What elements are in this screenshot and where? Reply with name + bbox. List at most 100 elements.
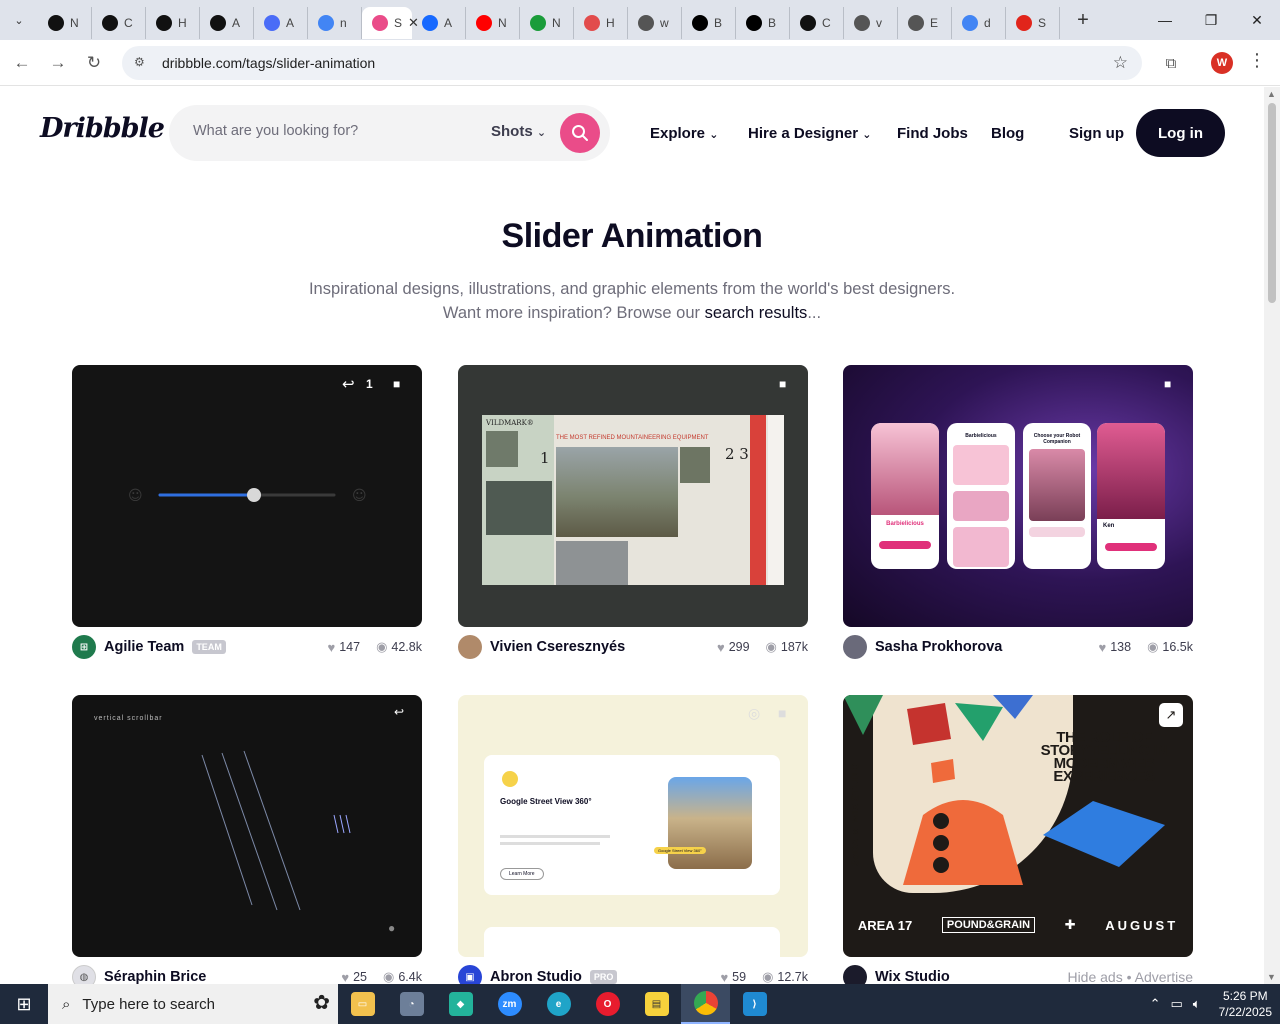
author-name[interactable]: Abron Studio xyxy=(490,969,582,984)
author-avatar[interactable] xyxy=(843,635,867,659)
scroll-down-icon[interactable]: ▼ xyxy=(1267,972,1276,982)
file-explorer-icon[interactable]: ▭ xyxy=(338,984,387,1024)
heart-icon[interactable]: ♥ xyxy=(341,970,349,985)
dribbble-logo[interactable]: Dribbble xyxy=(40,113,165,144)
restore-button[interactable]: ❐ xyxy=(1188,0,1234,40)
vscode-icon[interactable]: ⟩ xyxy=(730,984,779,1024)
chevron-up-icon[interactable]: ⌃ xyxy=(1150,996,1161,1012)
scroll-up-icon[interactable]: ▲ xyxy=(1267,89,1276,99)
search-scope-dropdown[interactable]: Shots ⌄ xyxy=(491,123,546,140)
hide-ads-link[interactable]: Hide ads • Advertise xyxy=(1067,969,1193,984)
wix-partner-logos: AREA 17 POUND&GRAIN ✚ AUGUST xyxy=(843,893,1193,957)
page-subtitle: Inspirational designs, illustrations, an… xyxy=(0,277,1264,325)
browser-tab[interactable]: B xyxy=(736,7,790,39)
browser-tab[interactable]: E xyxy=(898,7,952,39)
chrome-icon[interactable] xyxy=(681,984,730,1024)
browser-tab[interactable]: N xyxy=(520,7,574,39)
author-name[interactable]: Wix Studio xyxy=(875,969,950,984)
opera-icon[interactable]: O xyxy=(583,984,632,1024)
shot-card[interactable]: ■ VILDMARK® 1 THE MOST REFINED MOUNTAINE… xyxy=(458,365,808,627)
site-info-icon[interactable]: ⚙ xyxy=(134,55,150,71)
browser-tab[interactable]: v xyxy=(844,7,898,39)
browser-menu-icon[interactable]: ⋮ xyxy=(1248,50,1266,71)
author-name[interactable]: Vivien Cseresznyés xyxy=(490,639,625,655)
ad-card[interactable]: THE ROLE OF STORYTELLING IN MODERN WEB E… xyxy=(843,695,1193,957)
app-icon[interactable]: ◔ xyxy=(387,984,436,1024)
shot-card[interactable]: ◎ ■ Google Street View 360° Learn More G… xyxy=(458,695,808,957)
author-avatar[interactable]: ▣ xyxy=(458,965,482,984)
author-name[interactable]: Séraphin Brice xyxy=(104,969,206,984)
heart-icon[interactable]: ♥ xyxy=(1098,640,1106,655)
windows-start-icon[interactable]: ⊞ xyxy=(0,984,48,1024)
app-icon[interactable]: ◆ xyxy=(436,984,485,1024)
browser-tab[interactable]: A xyxy=(254,7,308,39)
browser-tab[interactable]: d xyxy=(952,7,1006,39)
minimize-button[interactable]: — xyxy=(1142,0,1188,40)
bookmark-star-icon[interactable]: ☆ xyxy=(1113,53,1128,73)
subtitle-ellipsis: ... xyxy=(807,304,822,322)
zoom-icon[interactable]: zm xyxy=(485,984,534,1024)
nav-hire-designer[interactable]: Hire a Designer ⌄ xyxy=(748,125,871,142)
browser-tab[interactable]: A xyxy=(200,7,254,39)
close-window-button[interactable]: ✕ xyxy=(1234,0,1280,40)
shot-card[interactable]: ↩ 1 ■ ☺ ☺ xyxy=(72,365,422,627)
search-input[interactable] xyxy=(193,123,463,139)
extensions-icon[interactable]: ⧉ xyxy=(1156,46,1186,80)
scrollbar-illustration xyxy=(201,750,351,911)
shot-card[interactable]: ■ Barbielicious Barbielicious Choose you… xyxy=(843,365,1193,627)
nav-blog[interactable]: Blog xyxy=(991,125,1024,142)
sticky-notes-icon[interactable]: ▤ xyxy=(632,984,681,1024)
network-icon[interactable]: ▭ xyxy=(1171,996,1183,1012)
heart-icon[interactable]: ♥ xyxy=(720,970,728,985)
taskbar-search[interactable]: ⌕ Type here to search ✿ xyxy=(48,984,338,1024)
address-bar[interactable]: ⚙ dribbble.com/tags/slider-animation ☆ xyxy=(122,46,1142,80)
page-scrollbar[interactable]: ▲ ▼ xyxy=(1264,87,1280,984)
author-avatar[interactable] xyxy=(458,635,482,659)
browser-tab[interactable]: n xyxy=(308,7,362,39)
nav-explore[interactable]: Explore ⌄ xyxy=(650,125,718,142)
vildmark-mockup: VILDMARK® 1 THE MOST REFINED MOUNTAINEER… xyxy=(482,415,784,585)
phone-title: Ken xyxy=(1103,523,1115,529)
browser-tab[interactable]: N xyxy=(466,7,520,39)
heart-icon[interactable]: ♥ xyxy=(327,640,335,655)
tab-title: N xyxy=(498,16,507,30)
browser-tab[interactable]: B xyxy=(682,7,736,39)
author-avatar[interactable] xyxy=(843,965,867,984)
author-avatar[interactable]: ⊞ xyxy=(72,635,96,659)
browser-tab[interactable]: w xyxy=(628,7,682,39)
browser-tab[interactable]: S xyxy=(1006,7,1060,39)
login-button[interactable]: Log in xyxy=(1136,109,1225,157)
shot-card[interactable]: vertical scrollbar ↩ ● xyxy=(72,695,422,957)
edge-icon[interactable]: e xyxy=(534,984,583,1024)
volume-icon[interactable]: 🔈︎ xyxy=(1193,996,1201,1012)
browser-tab[interactable]: H xyxy=(146,7,200,39)
author-avatar[interactable]: ◍ xyxy=(72,965,96,984)
search-button[interactable] xyxy=(560,113,600,153)
openai-icon xyxy=(48,15,64,31)
browser-tab[interactable]: H xyxy=(574,7,628,39)
clock[interactable]: 5:26 PM 7/22/2025 xyxy=(1219,988,1272,1020)
clock-time: 5:26 PM xyxy=(1222,989,1268,1003)
signup-link[interactable]: Sign up xyxy=(1069,125,1124,142)
browser-tab[interactable]: S ✕ xyxy=(362,7,419,39)
external-link-icon[interactable]: ↗ xyxy=(1159,703,1183,727)
forward-button[interactable]: → xyxy=(40,45,76,81)
heart-icon[interactable]: ♥ xyxy=(717,640,725,655)
search-scope-label: Shots xyxy=(491,123,533,140)
browser-tab[interactable]: A xyxy=(412,7,466,39)
browser-tab[interactable]: N xyxy=(38,7,92,39)
tab-search-button[interactable]: ⌄ xyxy=(0,0,38,40)
reload-button[interactable]: ↻ xyxy=(76,45,112,81)
new-tab-button[interactable]: + xyxy=(1068,5,1098,35)
like-count: 25 xyxy=(353,970,368,984)
author-name[interactable]: Sasha Prokhorova xyxy=(875,639,1002,655)
browser-tab[interactable]: C xyxy=(92,7,146,39)
back-button[interactable]: ← xyxy=(4,45,40,81)
nav-find-jobs[interactable]: Find Jobs xyxy=(897,125,968,142)
browser-tab[interactable]: C xyxy=(790,7,844,39)
profile-avatar[interactable]: W xyxy=(1211,52,1233,74)
scrollbar-thumb[interactable] xyxy=(1268,103,1276,303)
search-results-link[interactable]: search results xyxy=(705,304,808,322)
author-name[interactable]: Agilie Team xyxy=(104,639,184,655)
page-title: Slider Animation xyxy=(501,217,763,255)
